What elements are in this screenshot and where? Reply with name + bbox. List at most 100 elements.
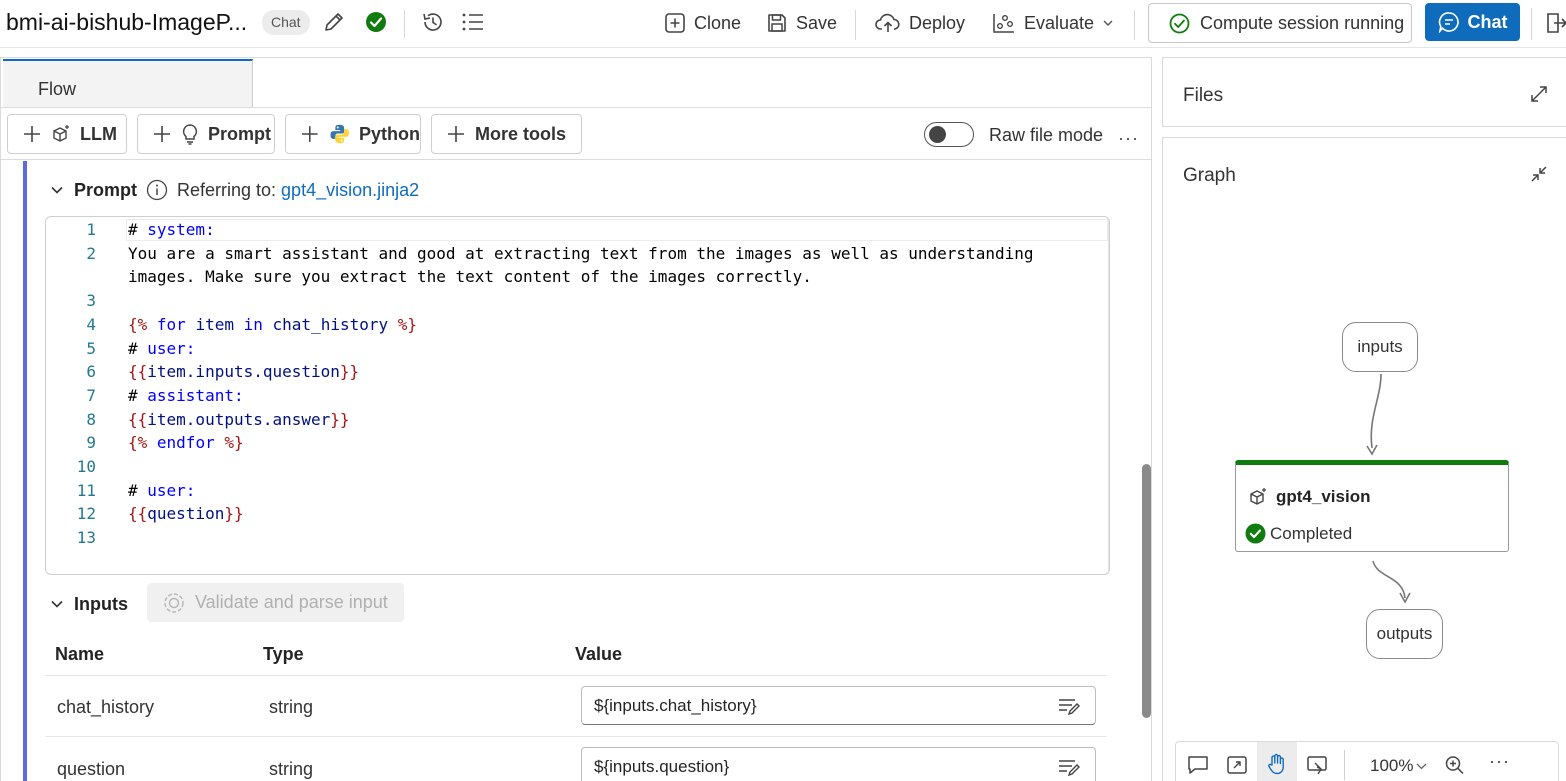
- editor-ruler: [1108, 217, 1109, 574]
- plus-icon: [301, 126, 318, 142]
- evaluate-label: Evaluate: [1024, 12, 1095, 33]
- prompt-section-title: Prompt: [74, 179, 137, 200]
- divider: [855, 10, 856, 40]
- code-text: {{question}}: [128, 504, 244, 524]
- add-python-button[interactable]: Python: [285, 114, 421, 154]
- check-circle-icon: [1169, 13, 1190, 33]
- clone-button[interactable]: Clone: [664, 7, 741, 39]
- toggle-knob: [929, 126, 946, 143]
- code-line: 7 # assistant:: [46, 384, 1106, 408]
- pan-mode-button[interactable]: [1257, 742, 1297, 781]
- edit-text-icon[interactable]: [1057, 696, 1081, 716]
- chevron-down-icon[interactable]: [49, 596, 65, 612]
- compute-session-button[interactable]: Compute session running: [1148, 3, 1412, 43]
- more-options-icon[interactable]: ···: [1118, 128, 1139, 149]
- validate-label: Validate and parse input: [195, 592, 388, 612]
- evaluate-icon: [993, 14, 1014, 33]
- chevron-down-icon: [1103, 20, 1113, 26]
- line-number: 9: [86, 433, 96, 453]
- llm-cube-icon: [53, 125, 69, 142]
- input-type: string: [269, 759, 314, 779]
- input-value-field[interactable]: ${inputs.chat_history}: [581, 686, 1096, 725]
- history-icon[interactable]: [421, 10, 445, 34]
- line-number: 2: [86, 243, 96, 263]
- chat-label: Chat: [1467, 11, 1508, 32]
- scrollbar-thumb[interactable]: [1142, 464, 1151, 718]
- plus-icon: [24, 126, 40, 142]
- graph-node-gpt4-vision[interactable]: gpt4_vision Completed: [1235, 460, 1509, 552]
- add-prompt-button[interactable]: Prompt: [137, 114, 275, 154]
- chat-button[interactable]: Chat: [1425, 3, 1520, 41]
- flow-editor-panel: Flow LLM Prompt Python More tools Raw fi…: [0, 57, 1152, 781]
- prompt-label: Prompt: [208, 123, 271, 144]
- completed-check-icon: [1245, 523, 1266, 544]
- prompt-file-link[interactable]: gpt4_vision.jinja2: [281, 180, 419, 201]
- graph-node-inputs[interactable]: inputs: [1342, 322, 1418, 372]
- validate-icon: [164, 592, 184, 613]
- more-tools-button[interactable]: More tools: [431, 114, 582, 154]
- list-view-icon[interactable]: [461, 11, 485, 33]
- code-line: 12 {{question}}: [46, 502, 1106, 526]
- deploy-label: Deploy: [909, 12, 966, 33]
- more-options-icon[interactable]: ···: [1489, 751, 1510, 772]
- raw-file-mode-label: Raw file mode: [989, 125, 1104, 145]
- line-number: 12: [76, 504, 96, 524]
- top-bar: bmi-ai-bishub-ImageP... Chat Clone Save …: [0, 0, 1566, 48]
- save-icon: [768, 14, 786, 32]
- info-icon[interactable]: [146, 179, 168, 201]
- line-number: 6: [86, 362, 96, 382]
- edit-text-icon[interactable]: [1057, 757, 1081, 777]
- files-panel: Files: [1162, 57, 1566, 127]
- code-text: {% for item in chat_history %}: [128, 314, 418, 334]
- line-number: 8: [86, 409, 96, 429]
- line-number: 4: [86, 314, 96, 334]
- code-text: # assistant:: [128, 385, 244, 405]
- chevron-down-icon[interactable]: [49, 182, 65, 198]
- input-value-field[interactable]: ${inputs.question}: [581, 747, 1096, 781]
- tab-flow[interactable]: Flow: [3, 59, 253, 107]
- zoom-in-icon[interactable]: [1444, 755, 1466, 775]
- input-type: string: [269, 697, 314, 717]
- graph-node-outputs[interactable]: outputs: [1366, 609, 1443, 659]
- zoom-level-select[interactable]: 100%: [1370, 756, 1413, 776]
- code-text: images. Make sure you extract the text c…: [128, 267, 812, 287]
- rename-pencil-icon[interactable]: [322, 10, 346, 34]
- fit-view-icon[interactable]: [1226, 755, 1248, 775]
- line-number: 11: [76, 480, 96, 500]
- chevron-down-icon[interactable]: [1416, 761, 1427, 771]
- code-line: 1 # system:: [46, 218, 1106, 242]
- python-icon: [329, 124, 349, 144]
- input-name: question: [57, 759, 126, 779]
- column-header-name: Name: [55, 644, 105, 664]
- line-number: 13: [76, 528, 96, 548]
- node-accent-bar: [23, 161, 27, 781]
- code-line: images. Make sure you extract the text c…: [46, 265, 1106, 289]
- save-button[interactable]: Save: [766, 7, 837, 39]
- plus-icon: [448, 126, 464, 142]
- plus-icon: [154, 126, 170, 142]
- comment-icon[interactable]: [1187, 755, 1209, 775]
- prompt-code-editor[interactable]: 1 # system: 2 You are a smart assistant and…: [45, 216, 1110, 575]
- add-llm-button[interactable]: LLM: [7, 114, 127, 154]
- line-number: 5: [86, 338, 96, 358]
- flow-type-badge: Chat: [262, 10, 310, 35]
- row-divider: [45, 736, 1107, 737]
- present-icon[interactable]: [1306, 755, 1328, 775]
- code-text: You are a smart assistant and good at ex…: [128, 243, 1034, 263]
- row-divider: [45, 675, 1107, 676]
- evaluate-button[interactable]: Evaluate: [992, 7, 1114, 39]
- python-label: Python: [359, 123, 420, 144]
- validate-parse-input-button[interactable]: Validate and parse input: [147, 583, 404, 622]
- inputs-section-header: Inputs: [49, 591, 128, 617]
- code-text: {{item.inputs.question}}: [128, 362, 360, 382]
- code-line: 6 {{item.inputs.question}}: [46, 360, 1106, 384]
- code-line: 9 {% endfor %}: [46, 431, 1106, 455]
- referring-label: Referring to:: [177, 179, 277, 200]
- expand-icon[interactable]: [1530, 85, 1548, 103]
- exit-icon[interactable]: [1546, 12, 1566, 34]
- save-label: Save: [796, 12, 838, 33]
- cloud-upload-icon: [875, 13, 900, 32]
- line-number: 7: [86, 385, 96, 405]
- deploy-button[interactable]: Deploy: [875, 7, 965, 39]
- raw-file-mode-toggle[interactable]: [924, 122, 974, 147]
